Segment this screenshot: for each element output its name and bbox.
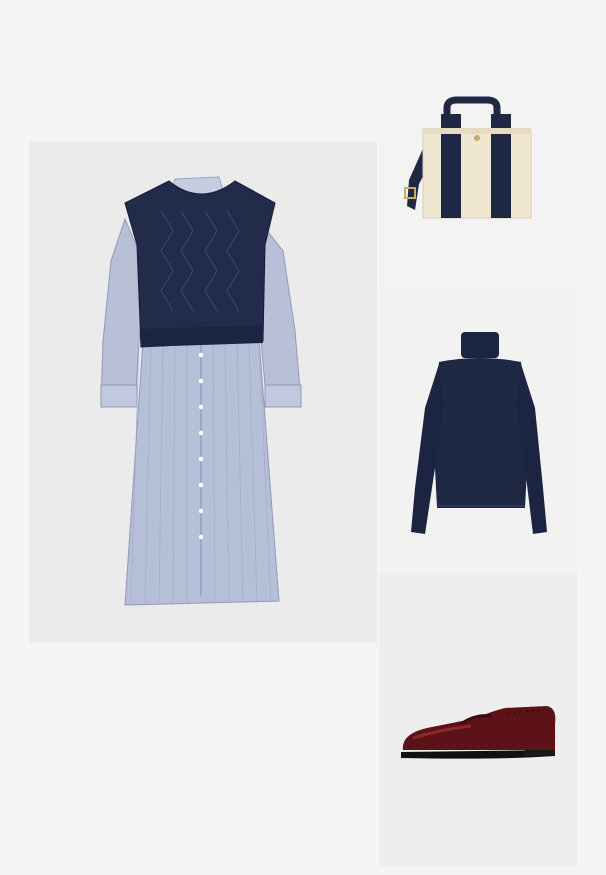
turtleneck-tile[interactable]	[379, 288, 577, 574]
bag-tile[interactable]	[379, 0, 577, 288]
accessories-column	[379, 0, 577, 866]
loafer-illustration	[401, 706, 556, 759]
turtleneck-illustration	[411, 332, 547, 534]
tote-bag-illustration	[404, 96, 532, 219]
dress-with-vest-illustration	[100, 176, 302, 606]
loafer-tile[interactable]	[379, 574, 577, 866]
outfit-collage: { "collage": { "items": [ { "name": "shi…	[0, 0, 606, 875]
dress-panel[interactable]	[29, 141, 377, 643]
